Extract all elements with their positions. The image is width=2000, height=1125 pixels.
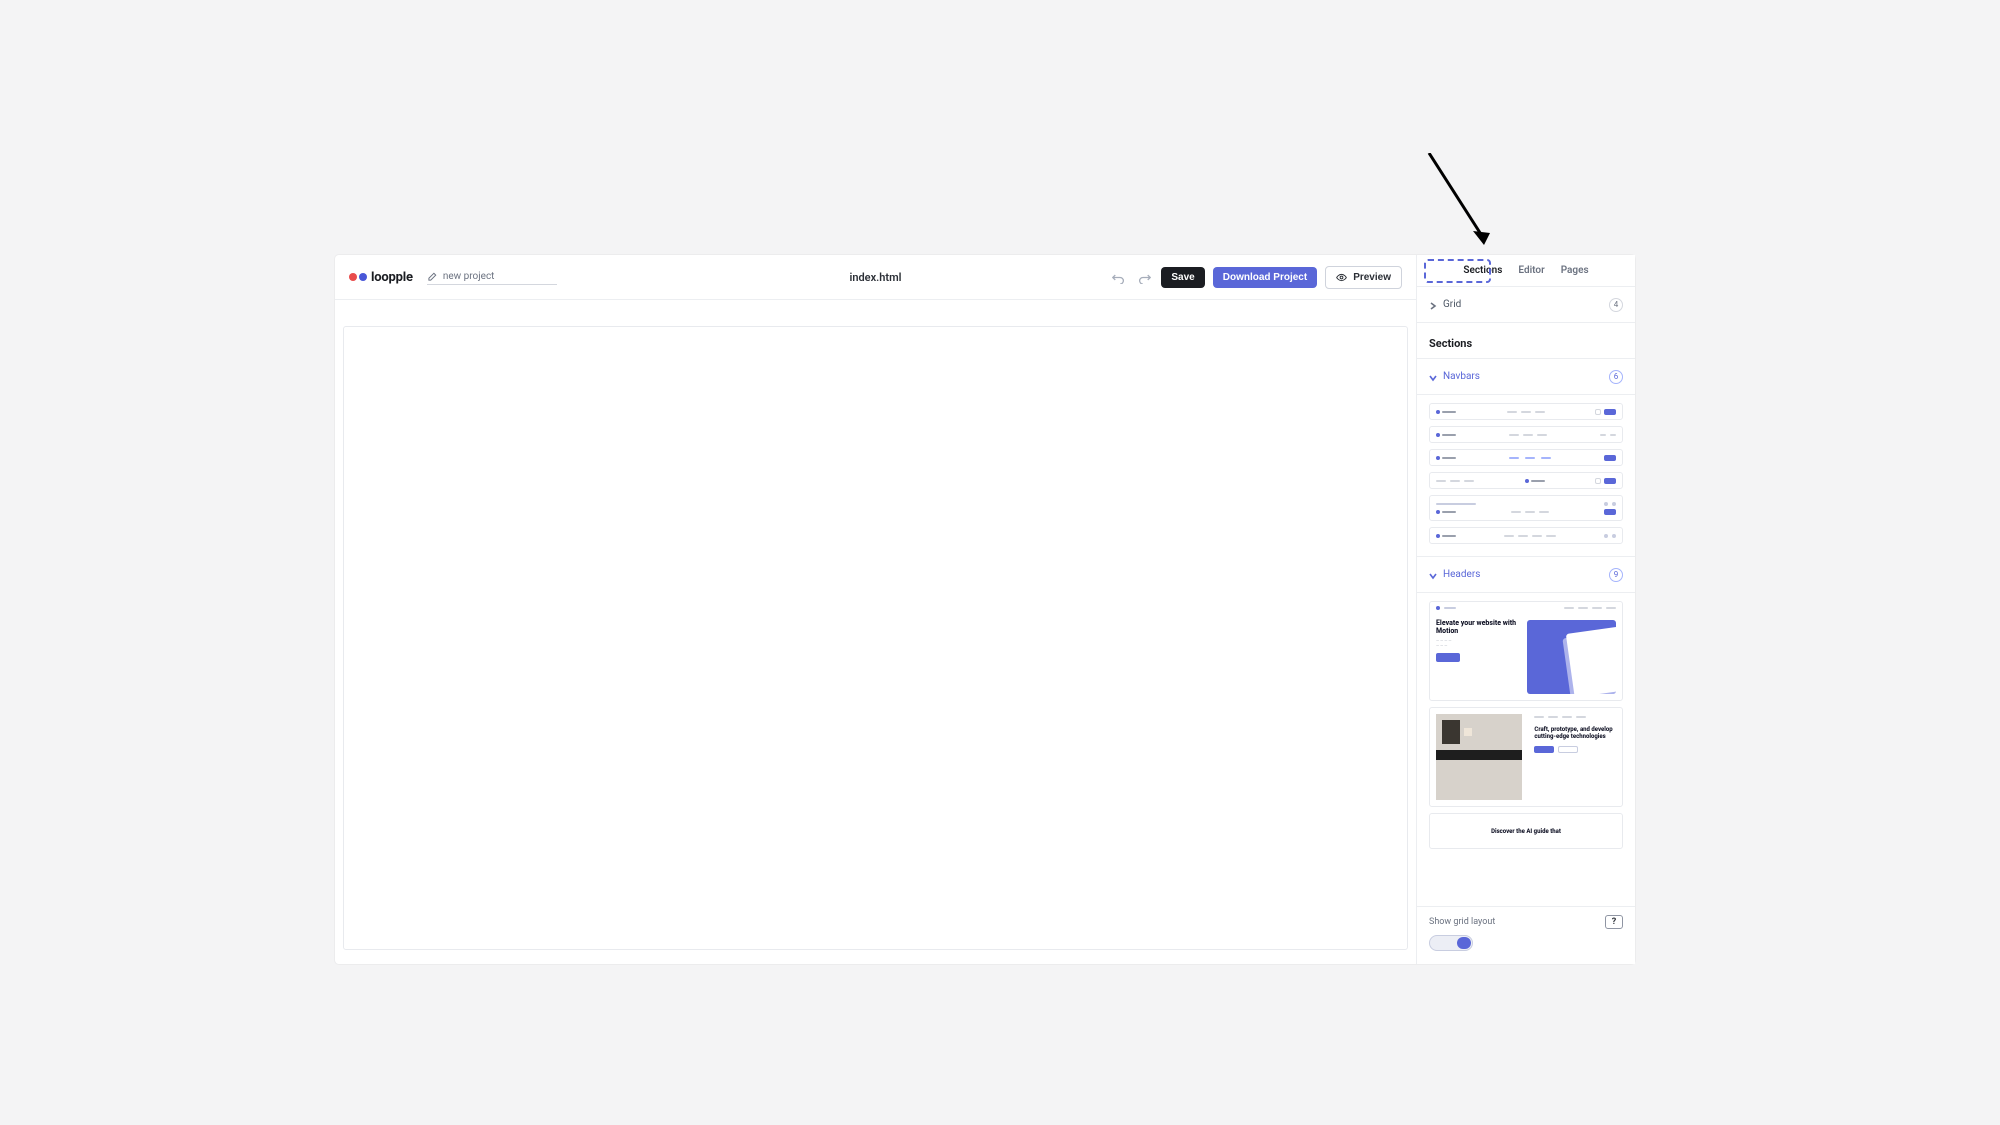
undo-button[interactable] (1109, 268, 1127, 286)
help-button[interactable]: ? (1605, 915, 1623, 929)
brand-name: loopple (371, 270, 413, 285)
topbar-actions: Save Download Project Preview (1109, 266, 1402, 289)
eye-icon (1336, 272, 1347, 283)
tab-sections[interactable]: Sections (1461, 261, 1504, 280)
save-button[interactable]: Save (1161, 267, 1204, 288)
filename: index.html (849, 271, 901, 284)
show-grid-label: Show grid layout (1429, 917, 1495, 927)
header-thumb-title: Craft, prototype, and develop cutting-ed… (1534, 726, 1616, 740)
panel-tabs: Sections Editor Pages (1417, 255, 1635, 287)
sections-title: Sections (1417, 323, 1635, 359)
editor-area: loopple new project index.html (335, 255, 1417, 964)
header-thumb[interactable]: Discover the AI guide that (1429, 813, 1623, 849)
group-headers-count: 9 (1609, 568, 1623, 582)
tab-editor[interactable]: Editor (1516, 261, 1546, 280)
toggle-knob (1457, 937, 1471, 949)
app-shell: loopple new project index.html (335, 255, 1635, 964)
edit-icon (427, 272, 437, 282)
header-thumb[interactable]: Elevate your website with Motion — — — —… (1429, 601, 1623, 701)
canvas-container (335, 300, 1416, 964)
project-name-text: new project (443, 271, 495, 282)
navbar-thumb[interactable] (1429, 426, 1623, 443)
canvas[interactable] (343, 326, 1408, 950)
navbars-list (1417, 395, 1635, 557)
navbar-thumb[interactable] (1429, 472, 1623, 489)
chevron-right-icon (1429, 295, 1437, 314)
group-headers-label: Headers (1443, 569, 1480, 580)
header-thumb[interactable]: Craft, prototype, and develop cutting-ed… (1429, 707, 1623, 807)
right-panel: Sections Editor Pages Grid 4 Sections (1417, 255, 1635, 964)
group-grid-count: 4 (1609, 298, 1623, 312)
annotation-arrow (1424, 153, 1494, 253)
navbar-thumb[interactable] (1429, 527, 1623, 544)
header-thumb-title: Discover the AI guide that (1491, 828, 1561, 835)
brand-logo[interactable]: loopple (349, 270, 413, 285)
tab-pages[interactable]: Pages (1559, 261, 1591, 280)
navbar-thumb[interactable] (1429, 449, 1623, 466)
group-navbars[interactable]: Navbars 6 (1417, 359, 1635, 395)
project-name-input[interactable]: new project (427, 269, 557, 285)
redo-button[interactable] (1135, 268, 1153, 286)
panel-body: Grid 4 Sections Navbars 6 (1417, 287, 1635, 906)
chevron-down-icon (1429, 565, 1437, 584)
group-navbars-count: 6 (1609, 370, 1623, 384)
logo-icon (349, 273, 367, 281)
group-navbars-label: Navbars (1443, 371, 1480, 382)
chevron-down-icon (1429, 367, 1437, 386)
download-button[interactable]: Download Project (1213, 267, 1317, 288)
preview-button[interactable]: Preview (1325, 266, 1402, 289)
group-grid-label: Grid (1443, 299, 1461, 310)
group-grid[interactable]: Grid 4 (1417, 287, 1635, 323)
navbar-thumb[interactable] (1429, 495, 1623, 521)
headers-list: Elevate your website with Motion — — — —… (1417, 593, 1635, 861)
show-grid-toggle[interactable] (1429, 935, 1473, 951)
group-headers[interactable]: Headers 9 (1417, 557, 1635, 593)
navbar-thumb[interactable] (1429, 403, 1623, 420)
topbar: loopple new project index.html (335, 255, 1416, 300)
panel-footer: Show grid layout ? (1417, 906, 1635, 964)
header-thumb-title: Elevate your website with Motion (1436, 620, 1519, 635)
preview-label: Preview (1353, 272, 1391, 283)
